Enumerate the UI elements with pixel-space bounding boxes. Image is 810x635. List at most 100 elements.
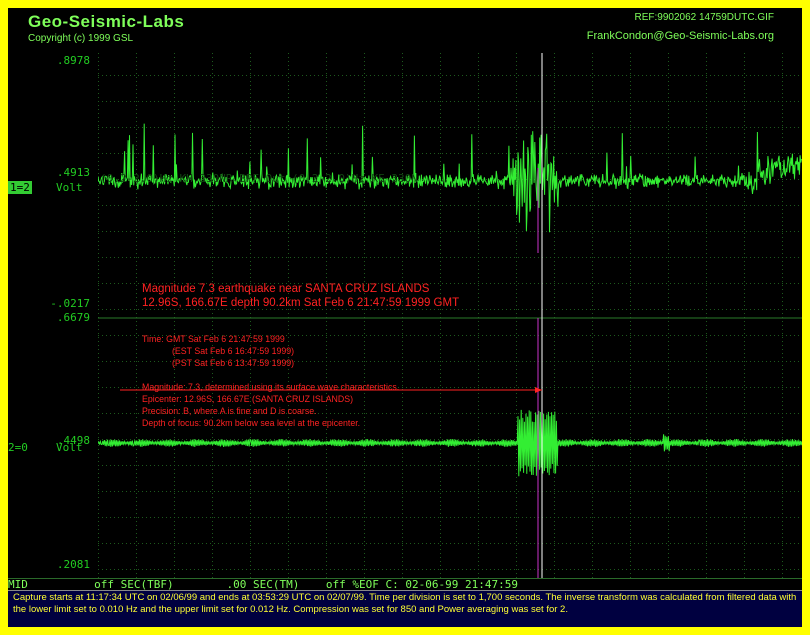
grid-dot-h (522, 335, 523, 336)
grid-dot-v (592, 73, 593, 74)
grid-dot-v (478, 501, 479, 502)
grid-dot-h (390, 127, 391, 128)
grid-dot-h (318, 101, 319, 102)
grid-dot-v (592, 77, 593, 78)
grid-dot-v (668, 301, 669, 302)
grid-dot-v (326, 337, 327, 338)
grid-dot-h (726, 153, 727, 154)
grid-dot-h (150, 257, 151, 258)
grid-dot-h (370, 101, 371, 102)
grid-dot-h (574, 387, 575, 388)
grid-dot-v (554, 557, 555, 558)
grid-dot-h (158, 257, 159, 258)
grid-dot-v (440, 293, 441, 294)
grid-dot-v (326, 461, 327, 462)
grid-dot-v (668, 197, 669, 198)
grid-dot-v (516, 225, 517, 226)
channel1-badge[interactable]: 1=2 (8, 181, 32, 194)
grid-dot-v (478, 553, 479, 554)
grid-dot-v (630, 253, 631, 254)
grid-dot-h (510, 387, 511, 388)
grid-dot-h (618, 257, 619, 258)
grid-dot-v (136, 405, 137, 406)
grid-dot-h (782, 75, 783, 76)
grid-dot-v (212, 453, 213, 454)
grid-dot-h (646, 75, 647, 76)
grid-dot-h (642, 361, 643, 362)
grid-dot-h (534, 335, 535, 336)
grid-dot-h (738, 101, 739, 102)
grid-dot-v (782, 241, 783, 242)
grid-dot-v (630, 53, 631, 54)
grid-dot-v (288, 309, 289, 310)
grid-dot-h (182, 153, 183, 154)
grid-dot-h (654, 335, 655, 336)
grid-dot-v (744, 377, 745, 378)
grid-dot-v (326, 549, 327, 550)
grid-dot-h (582, 231, 583, 232)
grid-dot-v (288, 493, 289, 494)
grid-dot-h (166, 75, 167, 76)
grid-dot-h (290, 257, 291, 258)
grid-dot-h (698, 413, 699, 414)
grid-dot-h (206, 205, 207, 206)
grid-dot-v (782, 401, 783, 402)
grid-dot-v (402, 129, 403, 130)
grid-dot-h (110, 231, 111, 232)
grid-dot-h (426, 127, 427, 128)
grid-dot-v (516, 345, 517, 346)
grid-dot-h (710, 153, 711, 154)
grid-dot-v (668, 369, 669, 370)
grid-dot-v (250, 497, 251, 498)
grid-dot-h (250, 257, 251, 258)
grid-dot-h (506, 231, 507, 232)
grid-dot-h (194, 153, 195, 154)
grid-dot-v (782, 221, 783, 222)
grid-dot-h (162, 361, 163, 362)
grid-dot-h (522, 361, 523, 362)
grid-dot-h (586, 231, 587, 232)
grid-dot-h (334, 231, 335, 232)
grid-dot-v (554, 277, 555, 278)
grid-dot-v (440, 101, 441, 102)
grid-dot-h (422, 231, 423, 232)
grid-dot-h (666, 387, 667, 388)
grid-dot-v (212, 241, 213, 242)
grid-dot-h (606, 231, 607, 232)
grid-dot-h (790, 387, 791, 388)
grid-dot-h (642, 335, 643, 336)
grid-dot-v (288, 273, 289, 274)
grid-dot-h (550, 283, 551, 284)
grid-dot-v (782, 61, 783, 62)
grid-dot-h (602, 387, 603, 388)
grid-dot-v (630, 449, 631, 450)
grid-dot-v (516, 493, 517, 494)
grid-dot-v (440, 521, 441, 522)
grid-dot-h (642, 153, 643, 154)
grid-dot-v (706, 537, 707, 538)
grid-dot-v (706, 337, 707, 338)
grid-dot-h (478, 387, 479, 388)
grid-dot-v (668, 365, 669, 366)
grid-dot-v (744, 565, 745, 566)
grid-dot-v (630, 365, 631, 366)
grid-dot-h (730, 231, 731, 232)
grid-dot-h (758, 387, 759, 388)
grid-dot-h (126, 361, 127, 362)
seismogram-plot[interactable]: (0.2-2.0)Hz KH 330NR BPF Out (0.2-2.0)Hz… (98, 53, 802, 578)
grid-dot-v (250, 61, 251, 62)
grid-dot-v (288, 269, 289, 270)
grid-dot-h (494, 387, 495, 388)
grid-dot-v (592, 485, 593, 486)
grid-dot-h (526, 309, 527, 310)
grid-dot-v (478, 489, 479, 490)
grid-dot-v (782, 545, 783, 546)
grid-dot-h (502, 309, 503, 310)
contact-email[interactable]: FrankCondon@Geo-Seismic-Labs.org (587, 30, 774, 42)
grid-dot-h (454, 205, 455, 206)
grid-dot-h (366, 127, 367, 128)
grid-dot-h (798, 257, 799, 258)
grid-dot-h (646, 153, 647, 154)
grid-dot-v (98, 545, 99, 546)
grid-dot-h (578, 309, 579, 310)
